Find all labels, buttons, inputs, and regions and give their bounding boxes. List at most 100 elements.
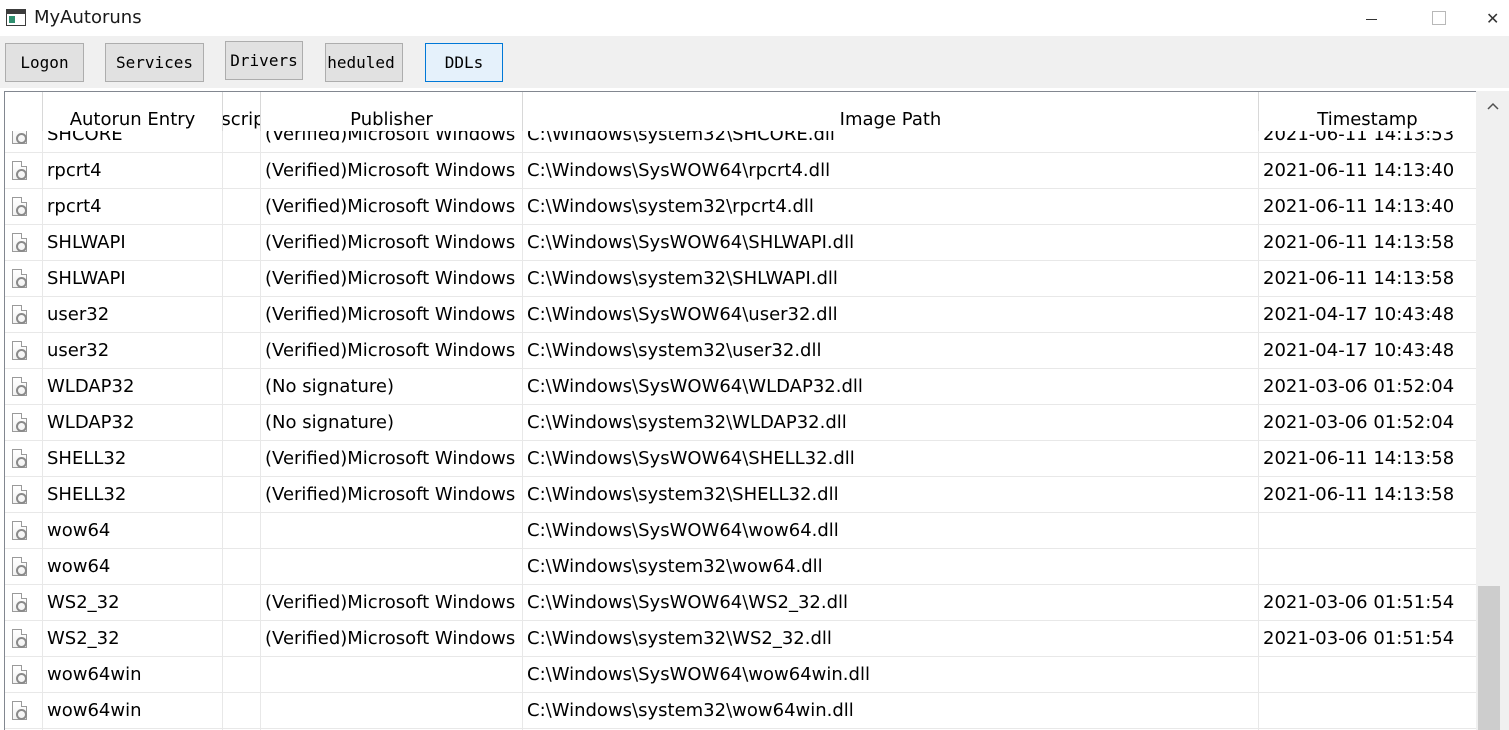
table-row[interactable]: user32 (Verified)Microsoft Windows C:\Wind… <box>5 297 1476 333</box>
table-row[interactable]: WS2_32 (Verified)Microsoft Windows C:\Wind… <box>5 585 1476 621</box>
row-timestamp: 2021-06-11 14:13:58 <box>1263 448 1455 469</box>
row-image-path: C:\Windows\system32\SHLWAPI.dll <box>527 268 838 289</box>
autorun-table: SHCORE (Verified)Microsoft Windows C:\Wind… <box>4 91 1509 730</box>
row-image-path: C:\Windows\system32\rpcrt4.dll <box>527 196 814 217</box>
table-row[interactable]: wow64 C:\Windows\system32\wow64.dll <box>5 549 1476 585</box>
header-icon-column[interactable] <box>5 92 42 131</box>
row-entry-name: WS2_32 <box>47 628 120 649</box>
tab-logon[interactable]: Logon <box>5 43 84 82</box>
tab-ddls[interactable]: DDLs <box>425 43 503 82</box>
table-row[interactable]: wow64 C:\Windows\SysWOW64\wow64.dll <box>5 513 1476 549</box>
row-publisher: (Verified)Microsoft Windows <box>265 484 516 505</box>
dll-file-icon <box>12 269 27 288</box>
minimize-icon <box>1365 18 1377 20</box>
row-entry-name: SHELL32 <box>47 484 127 505</box>
dll-file-icon <box>12 449 27 468</box>
dll-file-icon <box>12 341 27 360</box>
dll-file-icon <box>12 377 27 396</box>
row-timestamp: 2021-03-06 01:52:04 <box>1263 412 1455 433</box>
dll-file-icon <box>12 557 27 576</box>
header-timestamp[interactable]: Timestamp <box>1259 92 1476 131</box>
maximize-button[interactable] <box>1416 0 1462 36</box>
dll-file-icon <box>12 629 27 648</box>
close-button[interactable]: ✕ <box>1486 0 1509 36</box>
close-icon: ✕ <box>1486 8 1500 28</box>
row-image-path: C:\Windows\system32\wow64.dll <box>527 556 823 577</box>
row-entry-name: WLDAP32 <box>47 376 135 397</box>
row-image-path: C:\Windows\SysWOW64\user32.dll <box>527 304 838 325</box>
row-publisher: (Verified)Microsoft Windows <box>265 268 516 289</box>
row-image-path: C:\Windows\system32\SHELL32.dll <box>527 484 839 505</box>
header-divider <box>522 92 523 131</box>
row-timestamp: 2021-06-11 14:13:58 <box>1263 268 1455 289</box>
scroll-up-button[interactable] <box>1476 91 1509 121</box>
dll-file-icon <box>12 665 27 684</box>
row-publisher: (Verified)Microsoft Windows <box>265 160 516 181</box>
table-row[interactable]: user32 (Verified)Microsoft Windows C:\Wind… <box>5 333 1476 369</box>
header-image-path[interactable]: Image Path <box>523 92 1258 131</box>
row-timestamp: 2021-06-11 14:13:58 <box>1263 484 1455 505</box>
table-row[interactable]: SHLWAPI (Verified)Microsoft Windows C:\Win… <box>5 225 1476 261</box>
chevron-up-icon <box>1486 102 1499 110</box>
header-divider <box>260 92 261 131</box>
row-publisher: (Verified)Microsoft Windows <box>265 196 516 217</box>
row-image-path: C:\Windows\SysWOW64\SHELL32.dll <box>527 448 855 469</box>
table-row[interactable]: rpcrt4 (Verified)Microsoft Windows C:\Wind… <box>5 153 1476 189</box>
row-image-path: C:\Windows\SysWOW64\WS2_32.dll <box>527 592 849 613</box>
row-timestamp: 2021-04-17 10:43:48 <box>1263 340 1455 361</box>
dll-file-icon <box>12 161 27 180</box>
row-publisher <box>265 513 525 549</box>
tab-scheduled-tasks[interactable]: Scheduled Ta <box>325 43 403 82</box>
row-timestamp <box>1263 549 1475 585</box>
row-timestamp <box>1263 513 1475 549</box>
row-publisher <box>265 693 525 729</box>
tab-services[interactable]: Services <box>105 43 204 82</box>
table-row[interactable]: WLDAP32 (No signature) C:\Windows\SysWOW64… <box>5 369 1476 405</box>
vertical-scrollbar[interactable] <box>1476 91 1509 730</box>
table-row[interactable]: WLDAP32 (No signature) C:\Windows\system32… <box>5 405 1476 441</box>
table-row[interactable]: WS2_32 (Verified)Microsoft Windows C:\Wind… <box>5 621 1476 657</box>
row-image-path: C:\Windows\SysWOW64\rpcrt4.dll <box>527 160 831 181</box>
row-publisher: (No signature) <box>265 376 395 397</box>
table-row[interactable]: wow64win C:\Windows\system32\wow64win.dll <box>5 693 1476 729</box>
row-publisher <box>265 549 525 585</box>
minimize-button[interactable] <box>1348 0 1394 36</box>
dll-file-icon <box>12 521 27 540</box>
table-row[interactable]: SHLWAPI (Verified)Microsoft Windows C:\Win… <box>5 261 1476 297</box>
row-image-path: C:\Windows\SysWOW64\WLDAP32.dll <box>527 376 863 397</box>
window-title: MyAutoruns <box>34 7 142 28</box>
row-image-path: C:\Windows\system32\WLDAP32.dll <box>527 412 847 433</box>
row-entry-name: user32 <box>47 340 110 361</box>
row-publisher: (Verified)Microsoft Windows <box>265 628 516 649</box>
table-row[interactable]: wow64win C:\Windows\SysWOW64\wow64win.dll <box>5 657 1476 693</box>
category-toolbar: Logon Services Drivers Scheduled Ta DDLs <box>0 36 1509 88</box>
row-publisher: (Verified)Microsoft Windows <box>265 448 516 469</box>
row-entry-name: wow64 <box>47 520 111 541</box>
dll-file-icon <box>12 593 27 612</box>
row-publisher: (Verified)Microsoft Windows <box>265 340 516 361</box>
header-autorun-entry[interactable]: Autorun Entry <box>43 92 222 131</box>
row-entry-name: wow64win <box>47 664 142 685</box>
row-entry-name: wow64 <box>47 556 111 577</box>
row-timestamp: 2021-04-17 10:43:48 <box>1263 304 1455 325</box>
row-timestamp <box>1263 657 1475 693</box>
scroll-thumb[interactable] <box>1478 586 1500 730</box>
table-row[interactable]: rpcrt4 (Verified)Microsoft Windows C:\Wind… <box>5 189 1476 225</box>
row-image-path: C:\Windows\SysWOW64\wow64win.dll <box>527 664 870 685</box>
header-description[interactable]: Descrip <box>223 92 260 131</box>
row-publisher: (No signature) <box>265 412 395 433</box>
title-bar: MyAutoruns ✕ <box>0 0 1509 36</box>
row-timestamp: 2021-06-11 14:13:40 <box>1263 196 1455 217</box>
row-publisher: (Verified)Microsoft Windows <box>265 232 516 253</box>
header-divider <box>222 92 223 131</box>
header-divider <box>1258 92 1259 131</box>
header-publisher[interactable]: Publisher <box>261 92 522 131</box>
row-entry-name: wow64win <box>47 700 142 721</box>
tab-drivers[interactable]: Drivers <box>225 41 303 80</box>
table-row[interactable]: SHELL32 (Verified)Microsoft Windows C:\Win… <box>5 477 1476 513</box>
row-timestamp: 2021-03-06 01:52:04 <box>1263 376 1455 397</box>
row-publisher: (Verified)Microsoft Windows <box>265 592 516 613</box>
row-entry-name: SHLWAPI <box>47 232 126 253</box>
row-image-path: C:\Windows\SysWOW64\SHLWAPI.dll <box>527 232 855 253</box>
table-row[interactable]: SHELL32 (Verified)Microsoft Windows C:\Win… <box>5 441 1476 477</box>
